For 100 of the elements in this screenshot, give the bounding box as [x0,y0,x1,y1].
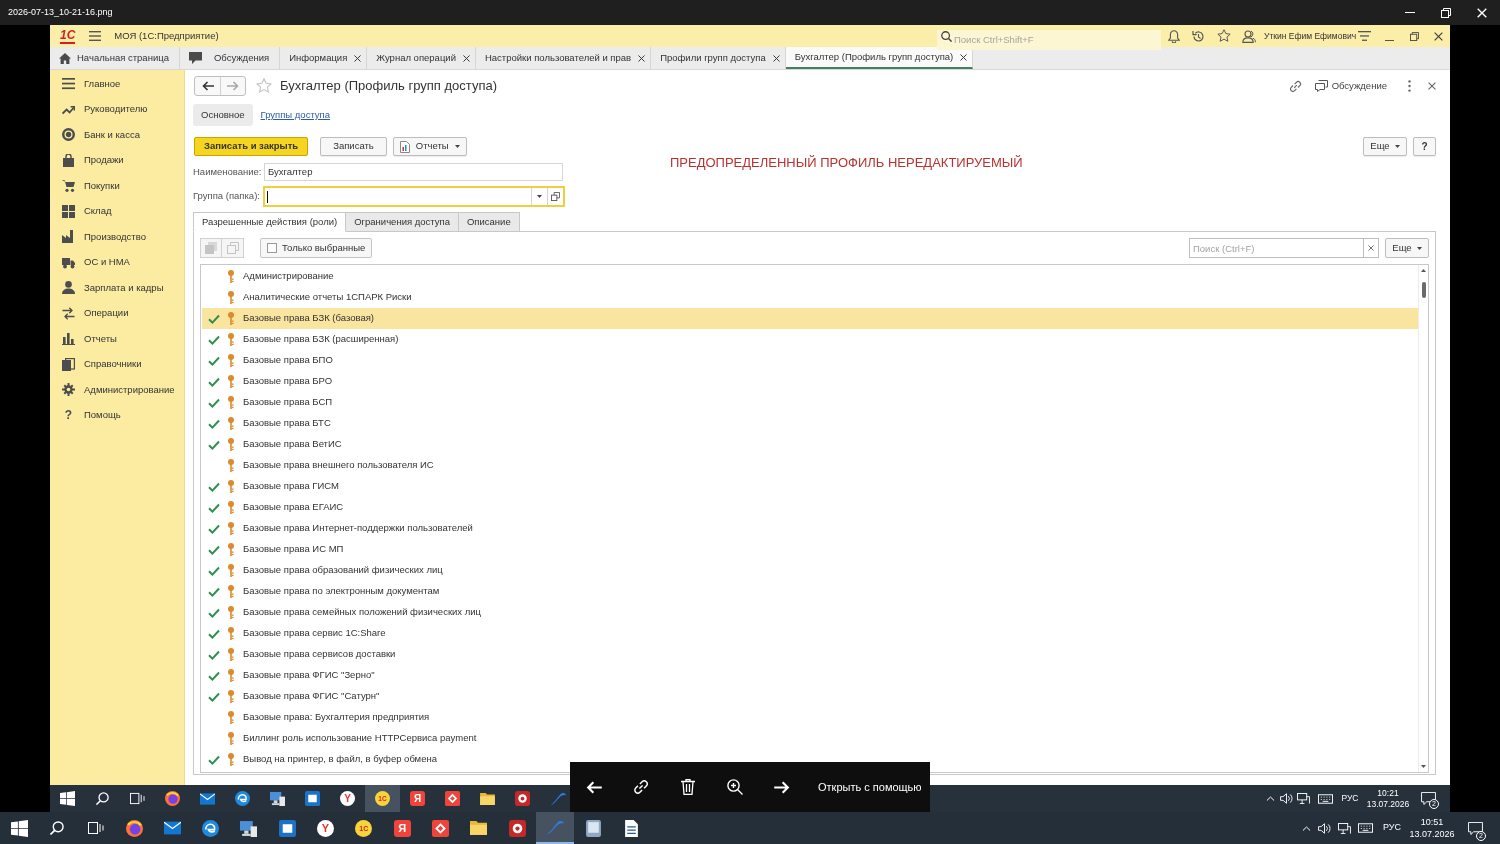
notification-icon[interactable] [1420,792,1436,805]
tab[interactable]: Разрешенные действия (роли) [193,212,347,232]
star-icon[interactable] [1216,29,1231,43]
folder-icon[interactable] [470,821,488,835]
checkmark-icon[interactable] [208,418,220,429]
users-icon[interactable] [1241,29,1256,43]
tab[interactable]: Бухгалтер (Профиль групп доступа) [785,47,974,69]
role-row[interactable]: Базовые права сервисов доставки [202,644,1418,665]
search-icon[interactable] [50,821,65,835]
role-row[interactable]: Аналитические отчеты 1СПАРК Риски [202,287,1418,308]
sidebar-item[interactable]: Справочники [50,351,184,377]
star-icon[interactable] [256,78,272,94]
tablet-icon[interactable] [586,819,602,837]
role-row[interactable]: Базовые права по электронным документам [202,581,1418,602]
caret-down-icon[interactable] [537,195,542,198]
ring-tile-icon[interactable] [515,791,530,806]
role-row[interactable]: Базовые права семейных положений физических лиц [202,602,1418,623]
sidebar-item[interactable]: ОС и НМА [50,249,184,275]
app-icon[interactable]: Y [317,819,334,837]
role-row[interactable]: Базовые права ЕГАИС [202,497,1418,518]
restore-icon[interactable] [1410,31,1419,41]
checkmark-icon[interactable] [208,502,220,513]
role-row[interactable]: Базовые права ИС МП [202,539,1418,560]
scrollbar[interactable] [1418,265,1428,772]
envelope-icon[interactable] [200,792,215,805]
document-icon[interactable] [625,819,639,837]
sidebar-item[interactable]: Банк и касса [50,122,184,148]
ring-tile-icon[interactable] [508,819,526,837]
folder-icon[interactable] [480,792,495,805]
zoom-in-icon[interactable] [726,779,743,795]
tab[interactable]: Начальная страница [50,47,180,69]
app-icon[interactable]: Я [393,819,411,837]
checkmark-icon[interactable] [208,397,220,408]
role-row[interactable]: Биллинг роль использование HTTPСервиса payment [202,728,1418,749]
role-row[interactable]: Базовые права БРО [202,371,1418,392]
filter-button[interactable]: Только выбранные [260,238,373,258]
sidebar-item[interactable]: Главное [50,71,184,97]
tab[interactable]: Описание [458,212,520,232]
chevron-up-icon[interactable] [1301,825,1311,831]
trash-icon[interactable] [680,779,695,795]
globe-icon[interactable] [125,819,143,837]
sidebar-item[interactable]: Продажи [50,147,184,173]
menu-icon[interactable] [89,31,102,41]
swirl-icon[interactable] [235,791,250,806]
close-icon[interactable] [638,54,646,62]
close-icon[interactable] [354,54,362,62]
monitor-icon[interactable] [270,791,285,806]
caret-down-icon[interactable] [1421,765,1426,768]
checkmark-icon[interactable] [208,355,220,366]
notification-icon[interactable] [1467,821,1483,835]
command-button[interactable]: Записать [320,137,387,156]
history-icon[interactable] [1192,29,1205,43]
more-icon[interactable] [1408,80,1411,92]
checkmark-icon[interactable] [208,565,220,576]
role-row[interactable]: Базовые права ВетИС [202,434,1418,455]
checkmark-icon[interactable] [208,313,220,324]
role-row[interactable]: Базовые права Интернет-поддержки пользователей [202,518,1418,539]
role-row[interactable]: Вывод на принтер, в файл, в буфер обмена [202,749,1418,770]
role-row[interactable]: Базовые права БПО [202,350,1418,371]
squares-icon[interactable] [551,192,560,201]
network-icon[interactable] [1337,822,1351,834]
close-icon[interactable] [960,53,968,61]
taskbar-button[interactable] [536,812,575,844]
close-icon[interactable] [462,54,470,62]
close-icon[interactable] [1434,31,1443,41]
open-with-button[interactable]: Открыть с помощью [818,778,922,796]
checkmark-icon[interactable] [208,376,220,387]
role-row[interactable]: Базовые права: Бухгалтерия предприятия [202,707,1418,728]
clock-time[interactable]: 10:51 [1420,816,1444,828]
help-button[interactable]: ? [1413,137,1436,156]
app-icon[interactable]: Y [340,791,355,806]
tab[interactable]: Настройки пользователей и прав [475,47,652,69]
sidebar-item[interactable]: Операции [50,300,184,326]
sidebar-item[interactable]: Руководителю [50,96,184,122]
checkmark-icon[interactable] [208,586,220,597]
tab[interactable]: Профили групп доступа [651,47,786,69]
role-row[interactable]: Базовые права БЗК (базовая) [202,308,1418,329]
clock-date[interactable]: 13.07.2026 [1409,828,1455,840]
speaker-icon[interactable] [1317,822,1331,834]
tab[interactable]: Журнал операций [367,47,476,69]
close-icon[interactable] [772,54,780,62]
sidebar-item[interactable]: Покупки [50,173,184,199]
checkmark-icon[interactable] [208,649,220,660]
discussion-button[interactable]: Обсуждение [1314,78,1387,94]
checkmark-icon[interactable] [208,628,220,639]
network-icon[interactable] [1296,793,1310,804]
bell-icon[interactable] [1167,29,1180,43]
role-row[interactable]: Базовые права образований физических лиц [202,560,1418,581]
checkmark-icon[interactable] [208,544,220,555]
sidebar-item[interactable]: ? Помощь [50,402,184,428]
panels-icon[interactable] [87,821,104,835]
restore-icon[interactable] [1441,7,1451,18]
sidebar-item[interactable]: Склад [50,198,184,224]
sidebar-item[interactable]: Администрирование [50,377,184,403]
checkmark-icon[interactable] [208,607,220,618]
four-panes-icon[interactable] [10,819,28,837]
clock-date[interactable]: 13.07.2026 [1366,798,1410,810]
panels-icon[interactable] [130,792,145,805]
search-field[interactable]: Поиск Ctrl+Shift+F [937,29,1161,50]
checkmark-icon[interactable] [208,670,220,681]
